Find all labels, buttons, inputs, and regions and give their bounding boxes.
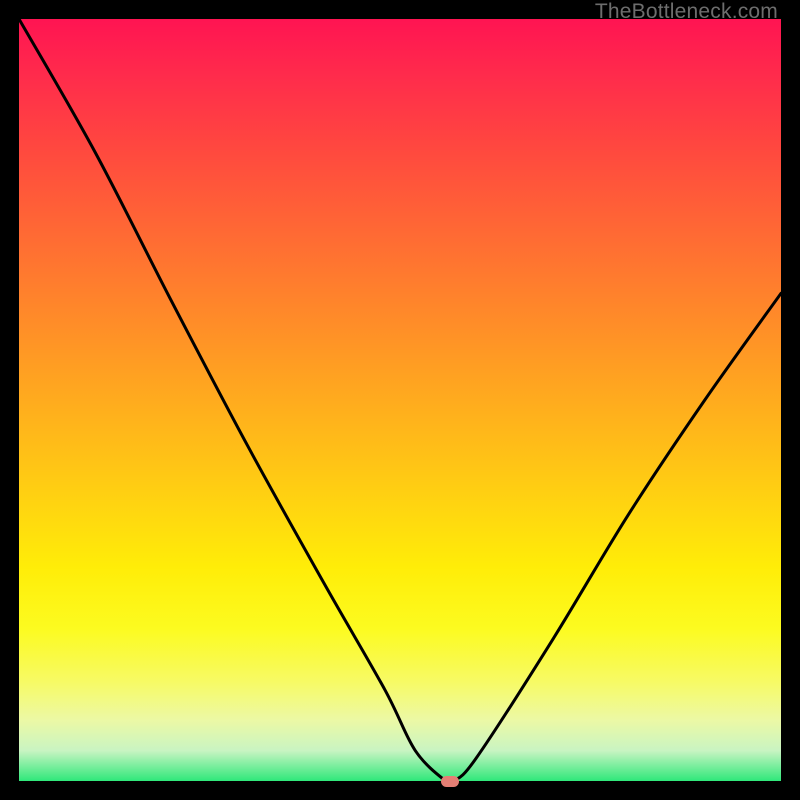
- plot-area: [19, 19, 781, 781]
- zero-bottleneck-marker: [441, 776, 459, 787]
- chart-container: TheBottleneck.com: [0, 0, 800, 800]
- curve-path: [19, 19, 781, 781]
- bottleneck-curve: [19, 19, 781, 781]
- watermark-text: TheBottleneck.com: [595, 0, 778, 24]
